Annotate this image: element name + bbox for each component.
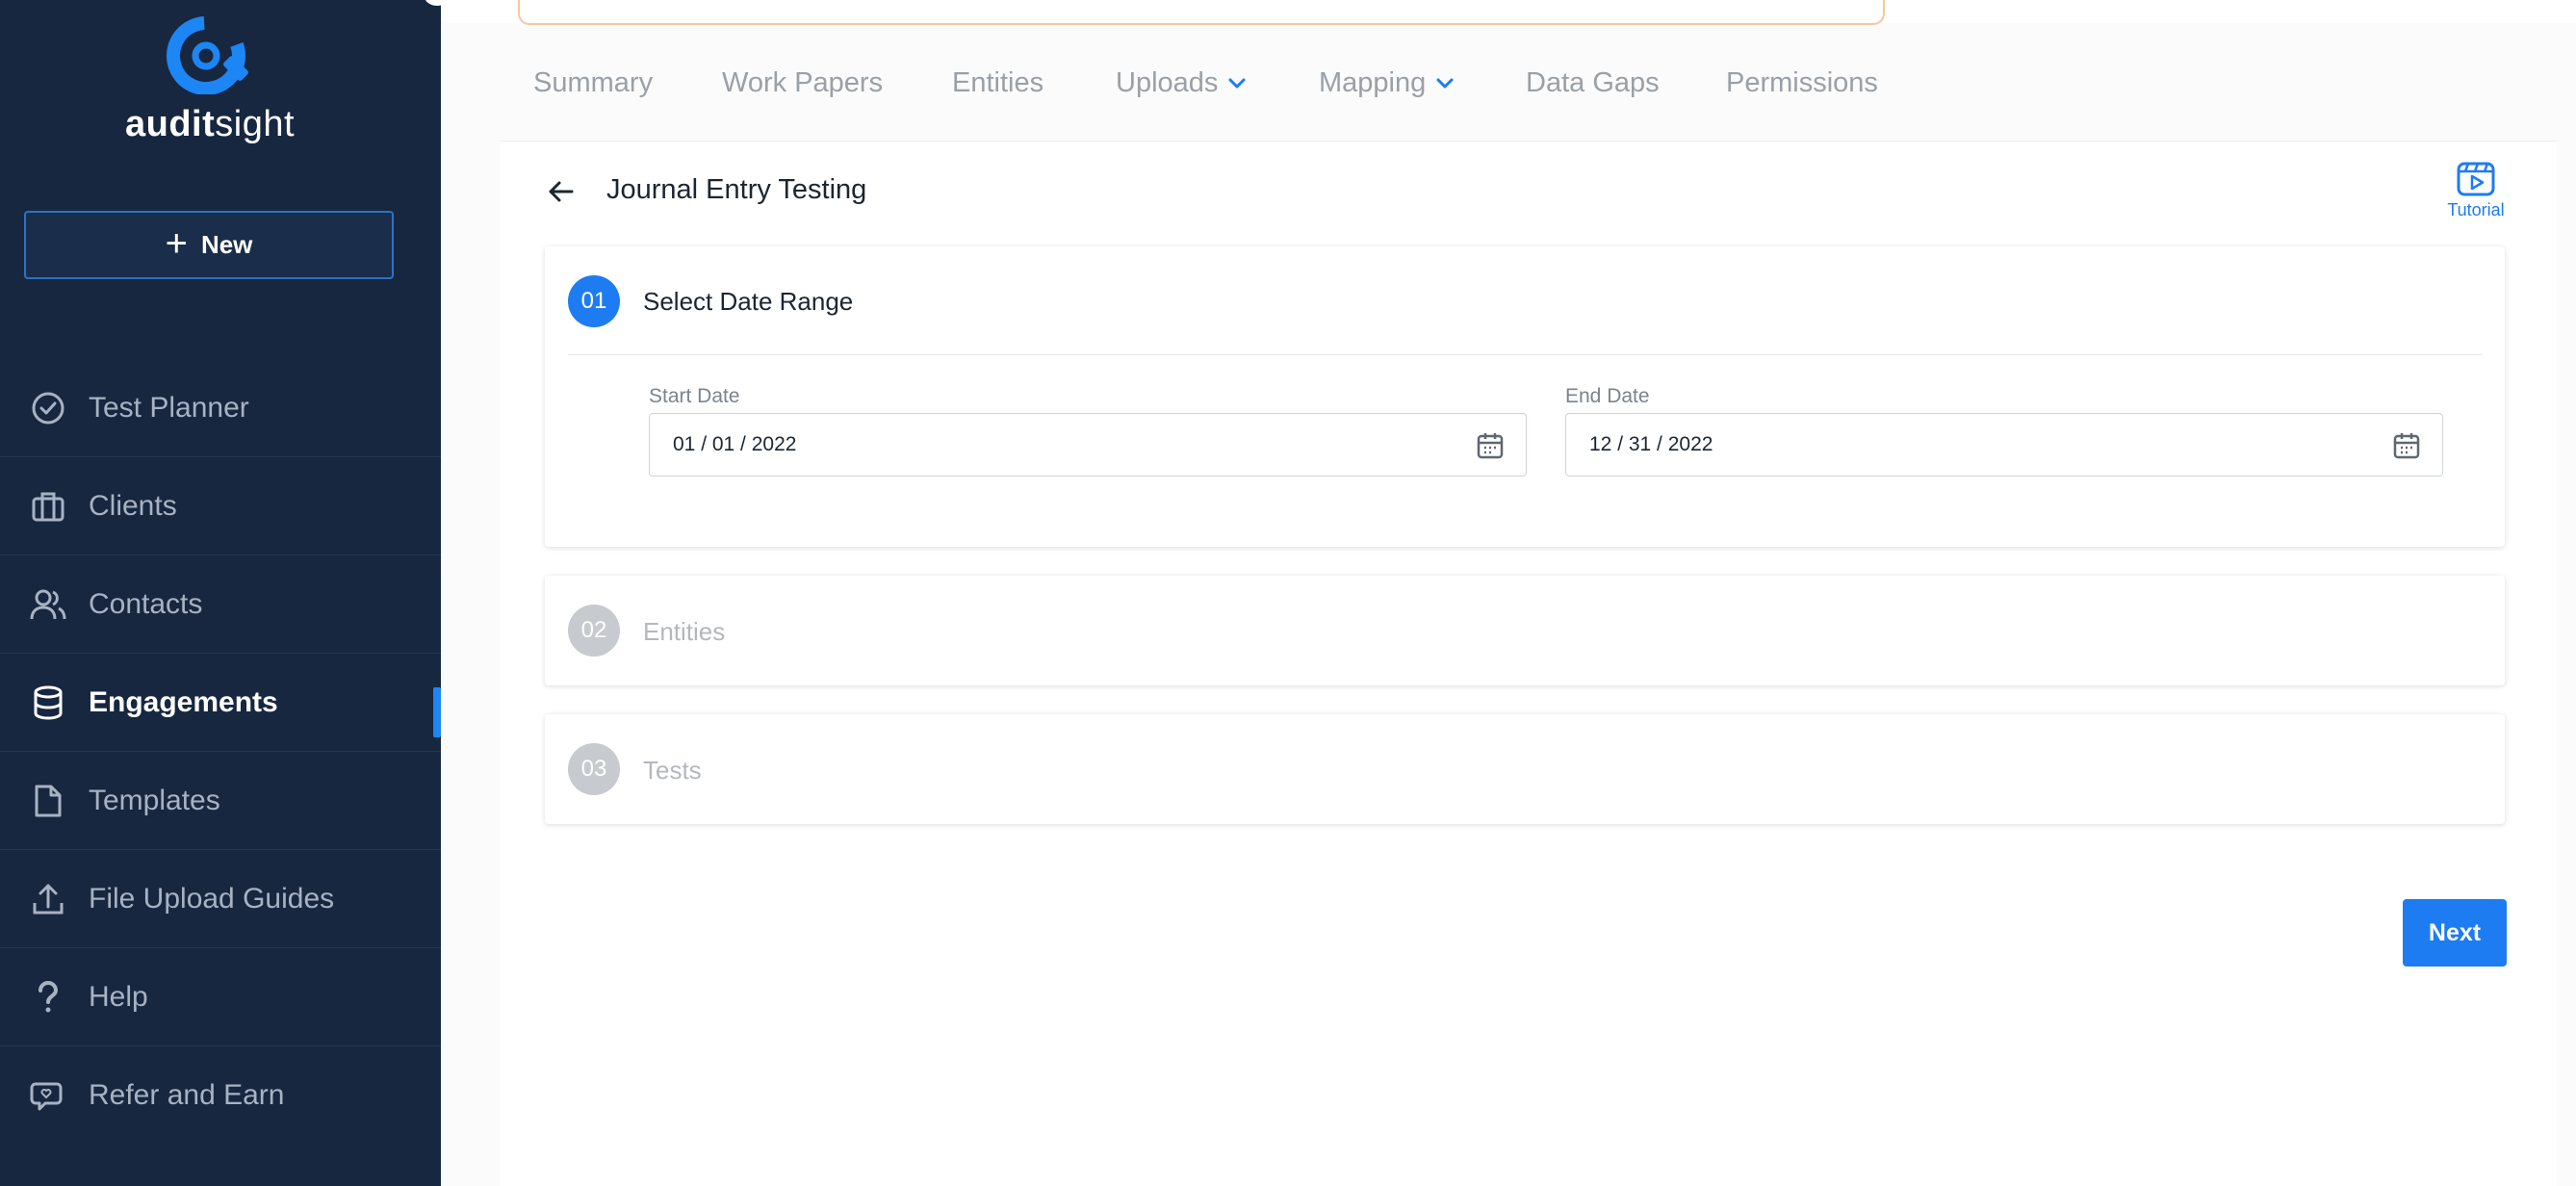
tab-label: Entities xyxy=(952,67,1044,98)
briefcase-icon xyxy=(29,487,67,526)
tab-label: Uploads xyxy=(1116,67,1219,98)
sidebar-item-label: Engagements xyxy=(89,685,278,718)
next-button[interactable]: Next xyxy=(2403,899,2507,967)
step-divider xyxy=(568,354,2482,355)
step-number: 01 xyxy=(568,275,620,327)
end-date-label: End Date xyxy=(1565,385,1650,407)
users-icon xyxy=(29,585,67,624)
question-icon xyxy=(29,978,67,1017)
step-number: 02 xyxy=(568,605,620,657)
sidebar-item-templates[interactable]: Templates xyxy=(0,752,441,850)
alert-banner-edge xyxy=(518,0,1885,25)
tutorial-label: Tutorial xyxy=(2447,200,2505,219)
sidebar: auditsight + New Test Planner Clients Co… xyxy=(0,0,441,1186)
arrow-left-icon xyxy=(549,181,574,202)
video-play-icon xyxy=(2457,162,2495,196)
tab-permissions[interactable]: Permissions xyxy=(1726,67,1878,99)
upload-icon xyxy=(29,880,67,918)
back-button[interactable] xyxy=(547,177,576,211)
start-date-input[interactable]: 01 / 01 / 2022 xyxy=(649,413,1527,477)
chevron-down-icon xyxy=(1228,78,1246,88)
tab-label: Mapping xyxy=(1319,67,1427,98)
sidebar-item-clients[interactable]: Clients xyxy=(0,457,441,555)
sidebar-item-label: Refer and Earn xyxy=(89,1079,285,1111)
step-number: 03 xyxy=(568,743,620,795)
end-date-value: 12 / 31 / 2022 xyxy=(1589,433,1713,455)
sidebar-item-label: Clients xyxy=(89,489,177,522)
tab-label: Work Papers xyxy=(722,67,884,98)
sidebar-item-test-planner[interactable]: Test Planner xyxy=(0,359,441,457)
tab-entities[interactable]: Entities xyxy=(952,67,1043,99)
sidebar-item-label: Contacts xyxy=(89,587,203,620)
new-button[interactable]: + New xyxy=(24,211,394,279)
sidebar-item-label: Help xyxy=(89,980,148,1013)
sidebar-item-label: Templates xyxy=(89,784,220,816)
sidebar-item-refer-and-earn[interactable]: Refer and Earn xyxy=(0,1046,441,1145)
chevron-down-icon xyxy=(1436,78,1454,88)
auditsight-logo-icon xyxy=(167,16,248,94)
active-indicator xyxy=(433,687,441,737)
start-date-label: Start Date xyxy=(649,385,740,407)
tabs-divider xyxy=(501,141,2557,142)
calendar-icon[interactable] xyxy=(2392,431,2421,466)
refer-icon xyxy=(29,1076,67,1115)
check-circle-icon xyxy=(29,389,67,427)
sidebar-item-file-upload-guides[interactable]: File Upload Guides xyxy=(0,850,441,948)
tab-label: Permissions xyxy=(1726,67,1878,98)
step-tests[interactable]: 03 Tests xyxy=(545,714,2505,824)
end-date-input[interactable]: 12 / 31 / 2022 xyxy=(1565,413,2443,477)
page-title: Journal Entry Testing xyxy=(606,174,867,205)
app-logo[interactable]: auditsight xyxy=(0,13,420,145)
new-button-label: New xyxy=(200,230,253,259)
step-select-date-range: 01 Select Date Range Start Date 01 / 01 … xyxy=(545,246,2505,547)
tab-label: Summary xyxy=(533,67,654,98)
step-title: Select Date Range xyxy=(643,287,854,316)
start-date-value: 01 / 01 / 2022 xyxy=(673,433,797,455)
sidebar-item-engagements[interactable]: Engagements xyxy=(0,654,441,752)
database-icon xyxy=(29,683,67,722)
step-entities[interactable]: 02 Entities xyxy=(545,576,2505,685)
sidebar-item-label: Test Planner xyxy=(89,391,249,424)
sidebar-item-help[interactable]: Help xyxy=(0,948,441,1046)
tutorial-button[interactable]: Tutorial xyxy=(2441,162,2511,220)
logo-wordmark: auditsight xyxy=(124,104,296,144)
file-icon xyxy=(29,782,67,820)
plus-icon: + xyxy=(165,221,188,265)
step-title: Tests xyxy=(643,756,702,785)
tab-label: Data Gaps xyxy=(1526,67,1660,98)
tab-data-gaps[interactable]: Data Gaps xyxy=(1526,67,1660,99)
sidebar-nav: Test Planner Clients Contacts Engagement… xyxy=(0,359,441,1145)
tab-mapping[interactable]: Mapping xyxy=(1319,67,1455,99)
sidebar-item-contacts[interactable]: Contacts xyxy=(0,555,441,654)
tab-work-papers[interactable]: Work Papers xyxy=(722,67,883,99)
tab-uploads[interactable]: Uploads xyxy=(1116,67,1247,99)
step-title: Entities xyxy=(643,617,726,646)
sidebar-item-label: File Upload Guides xyxy=(89,882,335,915)
tab-summary[interactable]: Summary xyxy=(533,67,653,99)
calendar-icon[interactable] xyxy=(1476,431,1505,466)
